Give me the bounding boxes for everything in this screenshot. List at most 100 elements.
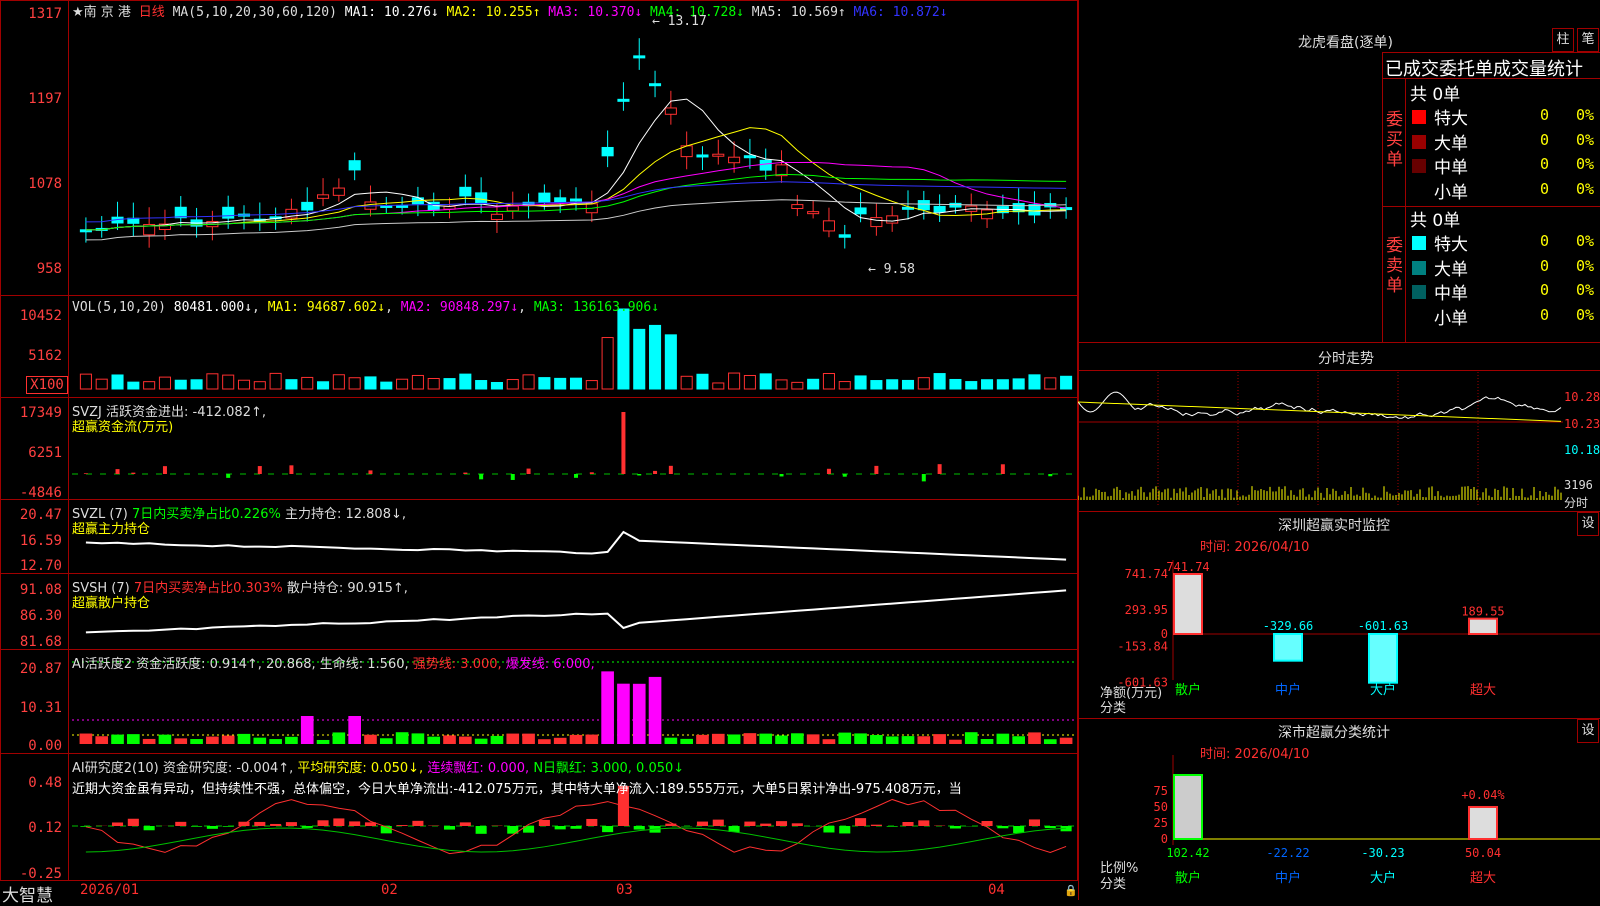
- candle-body: [539, 193, 550, 202]
- volume-header: VOL(5,10,20) 80481.000↓, MA1: 94687.602↓…: [72, 300, 659, 315]
- volume-bar: [744, 375, 755, 389]
- candle-body: [507, 206, 518, 211]
- volume-bar: [697, 374, 708, 389]
- vol-unit-button[interactable]: X100: [26, 376, 68, 394]
- ai-active-bar: [759, 734, 772, 744]
- volume-bar: [80, 374, 91, 389]
- ma5-value: MA5: 10.569↑: [752, 5, 846, 20]
- intraday-top-border: [1078, 342, 1600, 343]
- research-bar: [397, 825, 408, 826]
- ai-research-ytick: 0.12: [0, 820, 62, 836]
- intraday-chart[interactable]: [1078, 372, 1600, 512]
- volume-bar: [950, 379, 961, 389]
- ai-active-bar: [1044, 739, 1057, 744]
- volume-bar: [539, 378, 550, 389]
- class-bar-label: -22.22: [1266, 846, 1309, 860]
- volume-bar: [823, 374, 834, 389]
- sell-row-pct: 0%: [1576, 232, 1594, 250]
- volume-bar: [1029, 375, 1040, 389]
- ai-active-bar: [633, 684, 646, 744]
- volume-bar: [1045, 378, 1056, 389]
- research-bar: [1045, 826, 1056, 828]
- ai-active-bar: [491, 736, 504, 744]
- candle-body: [602, 147, 613, 155]
- buy-swatch: [1412, 135, 1426, 149]
- volume-bar: [618, 309, 629, 389]
- volume-bar: [713, 383, 724, 389]
- candle-body: [855, 208, 866, 214]
- sell-row-name: 特大: [1434, 230, 1468, 255]
- buy-side-label: 委买单: [1386, 110, 1404, 170]
- research-bar: [144, 826, 155, 830]
- ai-active-bar: [949, 740, 962, 744]
- svzj-bar: [922, 474, 926, 481]
- volume-bar: [128, 382, 139, 389]
- bar-mode-button[interactable]: 柱: [1552, 28, 1574, 52]
- candle-body: [887, 216, 898, 223]
- ai-active-ytick: 20.87: [0, 661, 62, 677]
- volume-bar: [207, 374, 218, 389]
- candle-body: [650, 84, 661, 86]
- ai-active-bar: [412, 733, 425, 744]
- research-bar: [602, 826, 613, 832]
- volume-bar: [286, 380, 297, 389]
- svzj-bar: [226, 474, 230, 478]
- svzj-bar: [527, 469, 531, 474]
- tick-mode-button[interactable]: 笔: [1577, 28, 1599, 52]
- ai-active-label: AI活跃度2 资金活跃度: 0.914↑, 20.868, 生命线: 1.560…: [72, 657, 409, 672]
- dragon-title: 龙虎看盘(逐单): [1298, 32, 1393, 52]
- monitor-category: 散户: [1175, 682, 1201, 698]
- volume-bar: [1013, 379, 1024, 389]
- research-bar: [412, 821, 423, 826]
- class-category: 超大: [1470, 871, 1496, 886]
- research-bar: [760, 824, 771, 826]
- candle-body: [744, 156, 755, 158]
- ai-research-label: AI研究度2(10) 资金研究度: -0.004↑,: [72, 761, 293, 776]
- research-bar: [997, 826, 1008, 828]
- ai-research-ytick: -0.25: [0, 866, 62, 882]
- candle-body: [823, 221, 834, 231]
- volume-bar: [349, 378, 360, 389]
- buy-side-divider: [1405, 79, 1406, 342]
- ai-active-bar: [1060, 738, 1073, 744]
- class-bar-label: -30.23: [1361, 846, 1404, 860]
- volume-bar: [934, 374, 945, 389]
- volume-bar: [270, 373, 281, 389]
- research-bar: [318, 820, 329, 826]
- volume-bar: [191, 380, 202, 389]
- lock-icon[interactable]: 🔒: [1064, 884, 1078, 897]
- monitor-ytick: -153.84: [1117, 639, 1168, 653]
- ai-active-bar: [475, 739, 488, 744]
- ma3-value: MA3: 10.370↓: [548, 5, 642, 20]
- volume-bar: [570, 378, 581, 389]
- svzj-bar: [780, 474, 784, 476]
- research-bar: [1029, 819, 1040, 826]
- intraday-title: 分时走势: [1318, 348, 1374, 368]
- research-bar: [254, 822, 265, 826]
- research-bar: [80, 826, 91, 827]
- class-bar-label: 102.42: [1166, 846, 1209, 860]
- class-ytick: 0: [1161, 832, 1168, 846]
- volume-bar: [555, 378, 566, 389]
- ai-active-bar: [997, 734, 1010, 744]
- volume-bar: [302, 377, 313, 389]
- volume-bar: [175, 380, 186, 389]
- ai-active-strong: 强势线: 3.000,: [413, 657, 502, 672]
- class-chart[interactable]: 7550250102.42散户-22.22中户-30.23大户50.04超大+0…: [1078, 735, 1600, 900]
- svzj-bar: [479, 474, 483, 479]
- class-ytick: 25: [1154, 816, 1168, 830]
- ai-active-bar: [902, 736, 915, 744]
- volume-bar: [523, 375, 534, 389]
- research-bar: [792, 823, 803, 826]
- candle-body: [476, 193, 487, 204]
- volume-bar: [96, 379, 107, 389]
- research-bar: [634, 826, 645, 830]
- ai-active-header: AI活跃度2 资金活跃度: 0.914↑, 20.868, 生命线: 1.560…: [72, 653, 595, 672]
- svzl-pct: 7日内买卖净占比0.226%: [132, 507, 281, 522]
- volume-bar: [855, 376, 866, 389]
- monitor-bar-label: -601.63: [1358, 619, 1409, 633]
- svzj-bar: [637, 474, 641, 475]
- svzj-bar: [463, 473, 467, 474]
- vol-value: 80481.000↓: [174, 300, 252, 315]
- research-bar: [476, 826, 487, 834]
